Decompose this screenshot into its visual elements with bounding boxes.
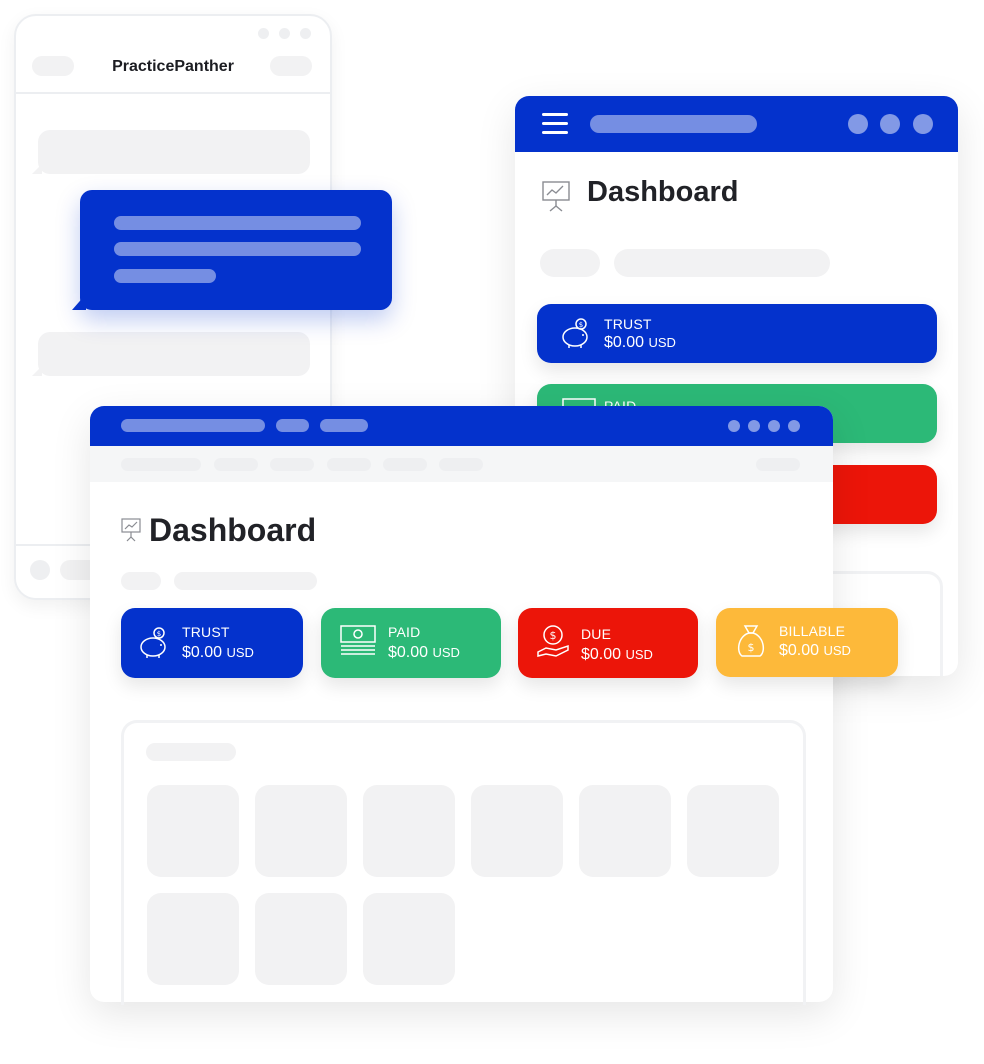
incoming-message-bubble bbox=[32, 332, 310, 376]
svg-text:$: $ bbox=[748, 641, 755, 654]
card-label: TRUST bbox=[182, 624, 230, 640]
card-label: BILLABLE bbox=[779, 623, 846, 639]
hamburger-menu-icon[interactable] bbox=[542, 113, 568, 135]
browser-tab[interactable] bbox=[276, 419, 309, 432]
window-control-dot[interactable] bbox=[880, 114, 900, 134]
widget-tile[interactable] bbox=[363, 785, 455, 877]
window-title-bar bbox=[90, 406, 833, 446]
presentation-chart-icon bbox=[121, 518, 141, 542]
window-control-dot[interactable] bbox=[788, 420, 800, 432]
widget-tile[interactable] bbox=[471, 785, 563, 877]
card-amount: $0.00 USD bbox=[604, 334, 676, 351]
filter-chip[interactable] bbox=[121, 572, 161, 590]
widget-tile[interactable] bbox=[255, 893, 347, 985]
window-control-dot[interactable] bbox=[913, 114, 933, 134]
phone-status-dot bbox=[279, 28, 290, 39]
browser-tab[interactable] bbox=[121, 419, 265, 432]
card-label: TRUST bbox=[604, 316, 652, 332]
page-title: Dashboard bbox=[149, 512, 317, 548]
widget-tile[interactable] bbox=[363, 893, 455, 985]
piggy-bank-icon: $ bbox=[137, 624, 171, 665]
panel-heading-placeholder bbox=[146, 743, 236, 761]
hand-coin-icon: $ bbox=[536, 624, 570, 665]
svg-text:$: $ bbox=[157, 630, 161, 638]
card-amount: $0.00 USD bbox=[182, 644, 254, 661]
window-control-dot[interactable] bbox=[748, 420, 760, 432]
address-bar[interactable] bbox=[590, 115, 757, 133]
widget-tile[interactable] bbox=[255, 785, 347, 877]
nav-item[interactable] bbox=[327, 458, 371, 471]
trust-card[interactable]: $ TRUST $0.00 USD bbox=[537, 304, 937, 363]
browser-tab[interactable] bbox=[320, 419, 368, 432]
nav-item[interactable] bbox=[214, 458, 258, 471]
piggy-bank-icon: $ bbox=[559, 316, 593, 355]
widget-panel bbox=[121, 720, 806, 1005]
billable-card[interactable]: $ BILLABLE $0.00 USD bbox=[716, 608, 898, 677]
window-control-dot[interactable] bbox=[728, 420, 740, 432]
money-bag-icon: $ bbox=[734, 622, 768, 665]
window-control-dot[interactable] bbox=[848, 114, 868, 134]
due-card[interactable]: $ DUE $0.00 USD bbox=[518, 608, 698, 678]
nav-item[interactable] bbox=[270, 458, 314, 471]
window-title-bar bbox=[515, 96, 958, 152]
widget-tile[interactable] bbox=[147, 785, 239, 877]
message-text-line bbox=[114, 269, 216, 283]
phone-status-dot bbox=[300, 28, 311, 39]
phone-status-dot bbox=[258, 28, 269, 39]
message-text-line bbox=[114, 216, 361, 230]
page-title: Dashboard bbox=[587, 176, 739, 208]
card-amount: $0.00 USD bbox=[779, 642, 851, 659]
filter-chip[interactable] bbox=[174, 572, 317, 590]
card-amount: $0.00 USD bbox=[388, 644, 460, 661]
nav-item[interactable] bbox=[121, 458, 201, 471]
phone-menu-button[interactable] bbox=[270, 56, 312, 76]
incoming-message-bubble bbox=[32, 130, 310, 174]
card-label: PAID bbox=[388, 624, 421, 640]
paid-card[interactable]: PAID $0.00 USD bbox=[321, 608, 501, 678]
window-control-dot[interactable] bbox=[768, 420, 780, 432]
phone-header: PracticePanther bbox=[16, 16, 330, 94]
nav-item[interactable] bbox=[383, 458, 427, 471]
message-text-line bbox=[114, 242, 361, 256]
widget-tile[interactable] bbox=[579, 785, 671, 877]
card-label: DUE bbox=[581, 626, 612, 642]
filter-chip[interactable] bbox=[614, 249, 830, 277]
nav-item[interactable] bbox=[439, 458, 483, 471]
filter-chip[interactable] bbox=[540, 249, 600, 277]
presentation-chart-icon bbox=[541, 180, 571, 212]
widget-tile[interactable] bbox=[687, 785, 779, 877]
navigation-toolbar bbox=[90, 446, 833, 482]
nav-item[interactable] bbox=[756, 458, 800, 471]
trust-card[interactable]: $ TRUST $0.00 USD bbox=[121, 608, 303, 678]
widget-tile[interactable] bbox=[147, 893, 239, 985]
attach-button[interactable] bbox=[30, 560, 50, 580]
svg-text:$: $ bbox=[579, 321, 583, 329]
outgoing-message-bubble bbox=[72, 190, 392, 310]
svg-text:$: $ bbox=[550, 629, 557, 642]
card-amount: $0.00 USD bbox=[581, 646, 653, 663]
cash-icon bbox=[340, 625, 376, 662]
